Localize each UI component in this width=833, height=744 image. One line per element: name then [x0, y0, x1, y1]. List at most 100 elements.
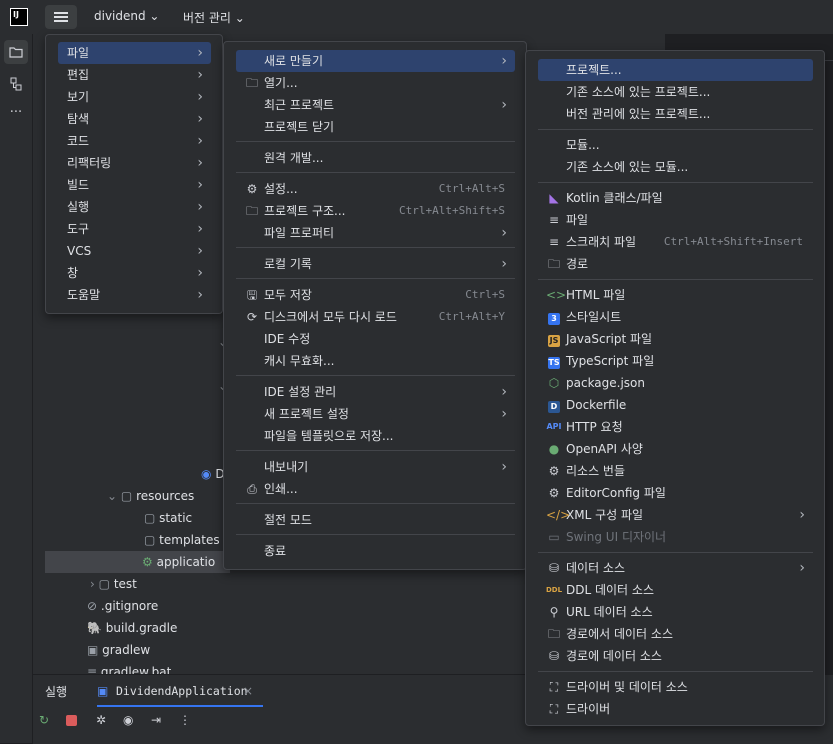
menu-item-dockerfile[interactable]: D Dockerfile	[538, 394, 813, 416]
menu-item-help[interactable]: 도움말 ›	[58, 284, 211, 306]
vcs-widget[interactable]: 버전 관리 ⌄	[183, 9, 245, 26]
tree-row-static[interactable]: ▢ static	[144, 507, 192, 529]
menu-item-file[interactable]: 파일 ›	[58, 42, 211, 64]
menu-item-print[interactable]: ⎙ 인쇄...	[236, 478, 515, 500]
run-config-icon: ▣	[97, 684, 109, 698]
menu-item-label: 스크래치 파일	[566, 235, 637, 249]
menu-item-save-all[interactable]: 🖫 모두 저장 Ctrl+S	[236, 284, 515, 306]
menu-item-http-request[interactable]: API HTTP 요청	[538, 416, 813, 438]
menu-item-ddl-data-source[interactable]: DDL DDL 데이터 소스	[538, 579, 813, 601]
menu-item-project-from-sources[interactable]: 기존 소스에 있는 프로젝트...	[538, 81, 813, 103]
menu-item-xml-config[interactable]: </> XML 구성 파일 ›	[538, 504, 813, 526]
tree-row-gradlew[interactable]: ▣ gradlew	[87, 639, 150, 661]
tree-row-d[interactable]: ◉ D	[201, 463, 225, 485]
menu-item-close-project[interactable]: 프로젝트 닫기	[236, 116, 515, 138]
menu-item-label: HTTP 요청	[566, 420, 623, 434]
structure-icon[interactable]	[4, 72, 28, 96]
menu-item-file[interactable]: ≡ 파일	[538, 209, 813, 231]
submenu-arrow-icon: ›	[197, 89, 203, 105]
menu-item-recent-projects[interactable]: 최근 프로젝트 ›	[236, 94, 515, 116]
menu-item-manage-ide-settings[interactable]: IDE 설정 관리 ›	[236, 381, 515, 403]
menu-item-reload-all[interactable]: ⟳ 디스크에서 모두 다시 로드 Ctrl+Alt+Y	[236, 306, 515, 328]
menu-item-invalidate-caches[interactable]: 캐시 무효화...	[236, 350, 515, 372]
menu-item-openapi[interactable]: ● OpenAPI 사양	[538, 438, 813, 460]
tree-row-templates[interactable]: ▢ templates	[144, 529, 220, 551]
menu-item-power-save[interactable]: 절전 모드	[236, 509, 515, 531]
project-switcher[interactable]: dividend ⌄	[94, 9, 159, 23]
menu-item-typescript-file[interactable]: TS TypeScript 파일	[538, 350, 813, 372]
menu-item-directory[interactable]: 🗀 경로	[538, 253, 813, 275]
menu-item-code[interactable]: 코드 ›	[58, 130, 211, 152]
menu-item-new-project[interactable]: 프로젝트...	[538, 59, 813, 81]
debug-icon[interactable]: ✲	[96, 713, 106, 727]
menu-item-open[interactable]: 🗀 열기...	[236, 72, 515, 94]
tree-row-build-gradle[interactable]: 🐘 build.gradle	[87, 617, 177, 639]
tree-row-test[interactable]: › ▢ test	[90, 573, 137, 595]
menu-item-file-properties[interactable]: 파일 프로퍼티 ›	[236, 222, 515, 244]
menu-item-data-source-from-path[interactable]: 🗀 경로에서 데이터 소스	[538, 623, 813, 645]
menu-item-stylesheet[interactable]: 3 스타일시트	[538, 306, 813, 328]
shortcut-label: Ctrl+Alt+Y	[438, 310, 505, 323]
menu-item-editorconfig[interactable]: ⚙ EditorConfig 파일	[538, 482, 813, 504]
menu-item-settings[interactable]: ⚙ 설정... Ctrl+Alt+S	[236, 178, 515, 200]
menu-item-export[interactable]: 내보내기 ›	[236, 456, 515, 478]
menu-item-project-from-vcs[interactable]: 버전 관리에 있는 프로젝트...	[538, 103, 813, 125]
menu-item-save-as-template[interactable]: 파일을 템플릿으로 저장...	[236, 425, 515, 447]
menu-item-exit[interactable]: 종료	[236, 540, 515, 562]
menu-item-driver[interactable]: ⛶ 드라이버	[538, 698, 813, 720]
menu-item-project-structure[interactable]: 🗀 프로젝트 구조... Ctrl+Alt+Shift+S	[236, 200, 515, 222]
menu-item-label: 파일	[566, 213, 589, 227]
menu-item-repair-ide[interactable]: IDE 수정	[236, 328, 515, 350]
tree-label: templates	[159, 533, 220, 547]
tree-row-resources[interactable]: ⌄ ▢ resources	[107, 485, 194, 507]
close-tab-icon[interactable]: ×	[243, 684, 253, 698]
menu-item-remote-dev[interactable]: 원격 개발...	[236, 147, 515, 169]
more-options-icon[interactable]: ⋮	[179, 713, 191, 727]
menu-item-data-source-in-path[interactable]: ⛁ 경로에 데이터 소스	[538, 645, 813, 667]
run-tab[interactable]: ▣ DividendApplication ×	[97, 679, 263, 707]
menu-item-window[interactable]: 창 ›	[58, 262, 211, 284]
menu-item-html-file[interactable]: <> HTML 파일	[538, 284, 813, 306]
menu-item-package-json[interactable]: ⬡ package.json	[538, 372, 813, 394]
menu-item-vcs[interactable]: VCS ›	[58, 240, 211, 262]
menu-item-scratch-file[interactable]: ≡ 스크래치 파일 Ctrl+Alt+Shift+Insert	[538, 231, 813, 253]
menu-item-module-from-sources[interactable]: 기존 소스에 있는 모듈...	[538, 156, 813, 178]
submenu-arrow-icon: ›	[197, 243, 203, 259]
menu-item-label: 드라이버 및 데이터 소스	[566, 680, 688, 694]
main-menu-button[interactable]	[45, 5, 77, 29]
menu-item-module[interactable]: 모듈...	[538, 134, 813, 156]
more-tools-icon[interactable]: ···	[4, 104, 28, 128]
folder-icon: 🗀	[547, 627, 560, 641]
tree-row-gradlew-bat[interactable]: ≡ gradlew.bat	[87, 661, 171, 674]
menu-item-kotlin-class[interactable]: ◣ Kotlin 클래스/파일	[538, 187, 813, 209]
separator	[236, 172, 515, 173]
menu-item-new[interactable]: 새로 만들기 ›	[236, 50, 515, 72]
menu-item-tools[interactable]: 도구 ›	[58, 218, 211, 240]
menu-item-label: OpenAPI 사양	[566, 442, 643, 456]
stop-icon[interactable]	[66, 715, 77, 726]
tree-row-application[interactable]: ⚙ applicatio	[142, 551, 215, 573]
menu-item-data-source[interactable]: ⛁ 데이터 소스 ›	[538, 557, 813, 579]
exit-icon[interactable]: ⇥	[151, 713, 161, 727]
menu-item-edit[interactable]: 편집 ›	[58, 64, 211, 86]
menu-item-resource-bundle[interactable]: ⚙ 리소스 번들	[538, 460, 813, 482]
menu-item-local-history[interactable]: 로컬 기록 ›	[236, 253, 515, 275]
menu-item-javascript-file[interactable]: JS JavaScript 파일	[538, 328, 813, 350]
menu-item-build[interactable]: 빌드 ›	[58, 174, 211, 196]
menu-item-label: 프로젝트 구조...	[264, 204, 346, 218]
rerun-icon[interactable]: ↻	[39, 713, 49, 727]
menu-item-refactor[interactable]: 리팩터링 ›	[58, 152, 211, 174]
separator	[236, 534, 515, 535]
intellij-logo-icon: IJ	[10, 8, 28, 26]
camera-icon[interactable]: ◉	[123, 713, 133, 727]
project-folder-icon[interactable]	[4, 40, 28, 64]
tree-row-gitignore[interactable]: ⊘ .gitignore	[87, 595, 158, 617]
menu-item-label: 로컬 기록	[264, 257, 312, 271]
menu-item-view[interactable]: 보기 ›	[58, 86, 211, 108]
menu-item-url-data-source[interactable]: ⚲ URL 데이터 소스	[538, 601, 813, 623]
menu-item-new-project-setup[interactable]: 새 프로젝트 설정 ›	[236, 403, 515, 425]
menu-item-driver-and-data-source[interactable]: ⛶ 드라이버 및 데이터 소스	[538, 676, 813, 698]
menu-item-navigate[interactable]: 탐색 ›	[58, 108, 211, 130]
menu-item-label: 경로에 데이터 소스	[566, 649, 662, 663]
menu-item-run[interactable]: 실행 ›	[58, 196, 211, 218]
